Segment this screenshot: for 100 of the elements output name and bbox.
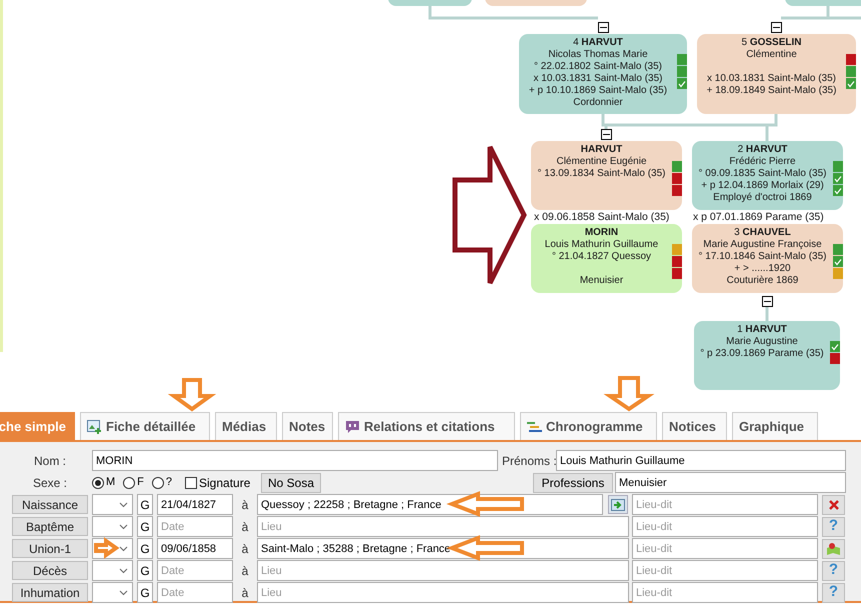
event-line: ° p 23.09.1869 Parame (35) — [700, 348, 824, 360]
event-line: + > ......1920 — [734, 263, 791, 275]
picture-plus-icon — [87, 420, 102, 434]
tab[interactable]: Chronogramme — [520, 412, 657, 440]
person-name: 1 HARVUT — [737, 324, 787, 336]
occupation: Cordonnier — [573, 97, 623, 109]
profession-field[interactable]: Menuisier — [615, 472, 846, 493]
collapse-icon[interactable] — [598, 22, 609, 33]
event-button[interactable]: Union-1 — [12, 539, 88, 558]
place-field[interactable]: Lieu — [257, 516, 629, 537]
calendar-field[interactable]: G — [137, 582, 153, 603]
lieu-dit-field[interactable]: Lieu-dit — [632, 494, 818, 515]
lieu-dit-field[interactable]: Lieu-dit — [632, 560, 818, 581]
map-pin-icon — [826, 542, 841, 556]
given-names-field[interactable]: Louis Mathurin Guillaume — [556, 450, 846, 471]
marriage-date: x 09.06.1858 Saint-Malo (35) — [534, 211, 670, 223]
radio-option[interactable]: ? — [152, 474, 172, 491]
person-name: 2 HARVUT — [738, 144, 788, 156]
person-card[interactable]: MORIN Louis Mathurin Guillaume ° 21.04.1827 Quessoy Menuisier — [531, 224, 682, 293]
given-names: Clémentine Eugénie — [556, 156, 647, 168]
event-line: x 10.03.1831 Saint-Malo (35) — [534, 73, 662, 85]
person-card[interactable]: 5 GOSSELIN Clémentine x 10.03.1831 Saint-Malo (35) + 18.09.1849 Saint-Malo (35) — [697, 34, 856, 114]
chevron-icon — [119, 590, 128, 596]
person-card[interactable]: 2 HARVUT Frédéric Pierre ° 09.09.1835 Saint-Malo (35) + p 12.04.1869 Morlaix (29) Employé d'octroi 1869 — [692, 141, 843, 210]
given-names: Louis Mathurin Guillaume — [544, 239, 658, 251]
marriage-date: x p 07.01.1869 Parame (35) — [693, 211, 824, 223]
event-line: + p 10.10.1869 Saint-Malo (35) — [528, 85, 668, 97]
lieu-dit-field[interactable]: Lieu-dit — [632, 516, 818, 537]
type-dropdown[interactable] — [92, 494, 133, 515]
arrow-drawing — [168, 378, 216, 412]
collapse-icon[interactable] — [601, 129, 612, 140]
at-label: à — [240, 584, 250, 602]
event-line: + p 12.04.1869 Morlaix (29) — [701, 180, 824, 192]
type-dropdown[interactable] — [92, 582, 133, 603]
map-button[interactable] — [822, 538, 845, 558]
delete-button[interactable] — [822, 494, 845, 514]
date-field[interactable]: 09/06/1858 — [157, 538, 233, 559]
given-names: Frédéric Pierre — [729, 156, 796, 168]
no-sosa-button[interactable]: No Sosa — [261, 472, 322, 492]
person-name: 4 HARVUT — [573, 37, 623, 49]
calendar-field[interactable]: G — [137, 538, 153, 559]
at-label: à — [240, 562, 250, 580]
date-field[interactable]: Date — [157, 516, 233, 537]
connector-line — [766, 307, 768, 321]
given-names: Marie Augustine — [726, 336, 798, 348]
event-line: + 18.09.1849 Saint-Malo (35) — [706, 85, 836, 97]
type-dropdown[interactable] — [92, 516, 133, 537]
place-field[interactable]: Saint-Malo ; 35288 ; Bretagne ; France — [257, 538, 629, 559]
close-icon — [828, 500, 838, 510]
chevron-icon — [119, 524, 128, 530]
arrow-drawing — [604, 376, 654, 412]
given-names: Clémentine — [746, 49, 797, 61]
event-button[interactable]: Décès — [12, 561, 88, 580]
at-label: à — [240, 518, 250, 536]
tab[interactable]: Graphique — [732, 412, 818, 440]
professions-button[interactable]: Professions — [533, 472, 613, 492]
person-card[interactable]: 4 HARVUT Nicolas Thomas Marie ° 22.02.1802 Saint-Malo (35) x 10.03.1831 Saint-Malo (35) + p 10.10.1869 Saint-Malo (35) Cordonnier — [519, 34, 687, 114]
place-field[interactable]: Lieu — [257, 582, 629, 603]
tab[interactable]: Relations et citations — [338, 412, 515, 440]
occupation: Menuisier — [580, 275, 624, 287]
type-dropdown[interactable] — [92, 560, 133, 581]
arrow-drawing — [94, 537, 120, 559]
calendar-field[interactable]: G — [137, 516, 153, 537]
date-field[interactable]: 21/04/1827 — [157, 494, 233, 515]
signature-checkbox[interactable]: Signature — [185, 474, 255, 492]
place-field[interactable]: Lieu — [257, 560, 629, 581]
collapse-icon[interactable] — [762, 296, 773, 307]
place-field[interactable]: Quessoy ; 22258 ; Bretagne ; France — [257, 494, 603, 515]
given-names: Marie Augustine Françoise — [703, 239, 822, 251]
event-line: ° 17.10.1846 Saint-Malo (35) — [698, 251, 826, 263]
person-card[interactable]: 1 HARVUT Marie Augustine ° p 23.09.1869 Parame (35) — [694, 321, 840, 390]
person-name: MORIN — [584, 227, 618, 239]
event-button[interactable]: Naissance — [12, 495, 88, 514]
at-label: à — [240, 540, 250, 558]
name-field[interactable]: MORIN — [92, 450, 498, 471]
person-name: 3 CHAUVEL — [734, 227, 791, 239]
calendar-field[interactable]: G — [137, 560, 153, 581]
place-picker-button[interactable] — [608, 495, 628, 514]
field-label: Sexe : — [32, 474, 68, 492]
tab[interactable]: Médias — [215, 412, 277, 440]
lieu-dit-field[interactable]: Lieu-dit — [632, 538, 818, 559]
tab[interactable]: Notices — [662, 412, 727, 440]
date-field[interactable]: Date — [157, 582, 233, 603]
person-card[interactable]: HARVUT Clémentine Eugénie ° 13.09.1834 Saint-Malo (35) — [531, 141, 682, 210]
person-name: 5 GOSSELIN — [741, 37, 802, 49]
radio-option[interactable]: M — [92, 474, 116, 491]
calendar-field[interactable]: G — [137, 494, 153, 515]
event-button[interactable]: Inhumation — [12, 583, 88, 602]
event-line: x 10.03.1831 Saint-Malo (35) — [707, 73, 836, 85]
tab[interactable]: Notes — [282, 412, 333, 440]
date-field[interactable]: Date — [157, 560, 233, 581]
person-card[interactable]: 3 CHAUVEL Marie Augustine Françoise ° 17.10.1846 Saint-Malo (35) + > ......1920 Couturière 1869 — [692, 224, 843, 293]
chevron-icon — [119, 502, 128, 508]
field-label: Nom : — [32, 452, 67, 470]
radio-option[interactable]: F — [123, 474, 144, 491]
collapse-icon[interactable] — [771, 22, 782, 33]
chevron-icon — [119, 546, 128, 552]
tab[interactable]: Fiche détaillée — [80, 412, 210, 440]
lieu-dit-field[interactable]: Lieu-dit — [632, 582, 818, 603]
event-button[interactable]: Baptême — [12, 517, 88, 536]
